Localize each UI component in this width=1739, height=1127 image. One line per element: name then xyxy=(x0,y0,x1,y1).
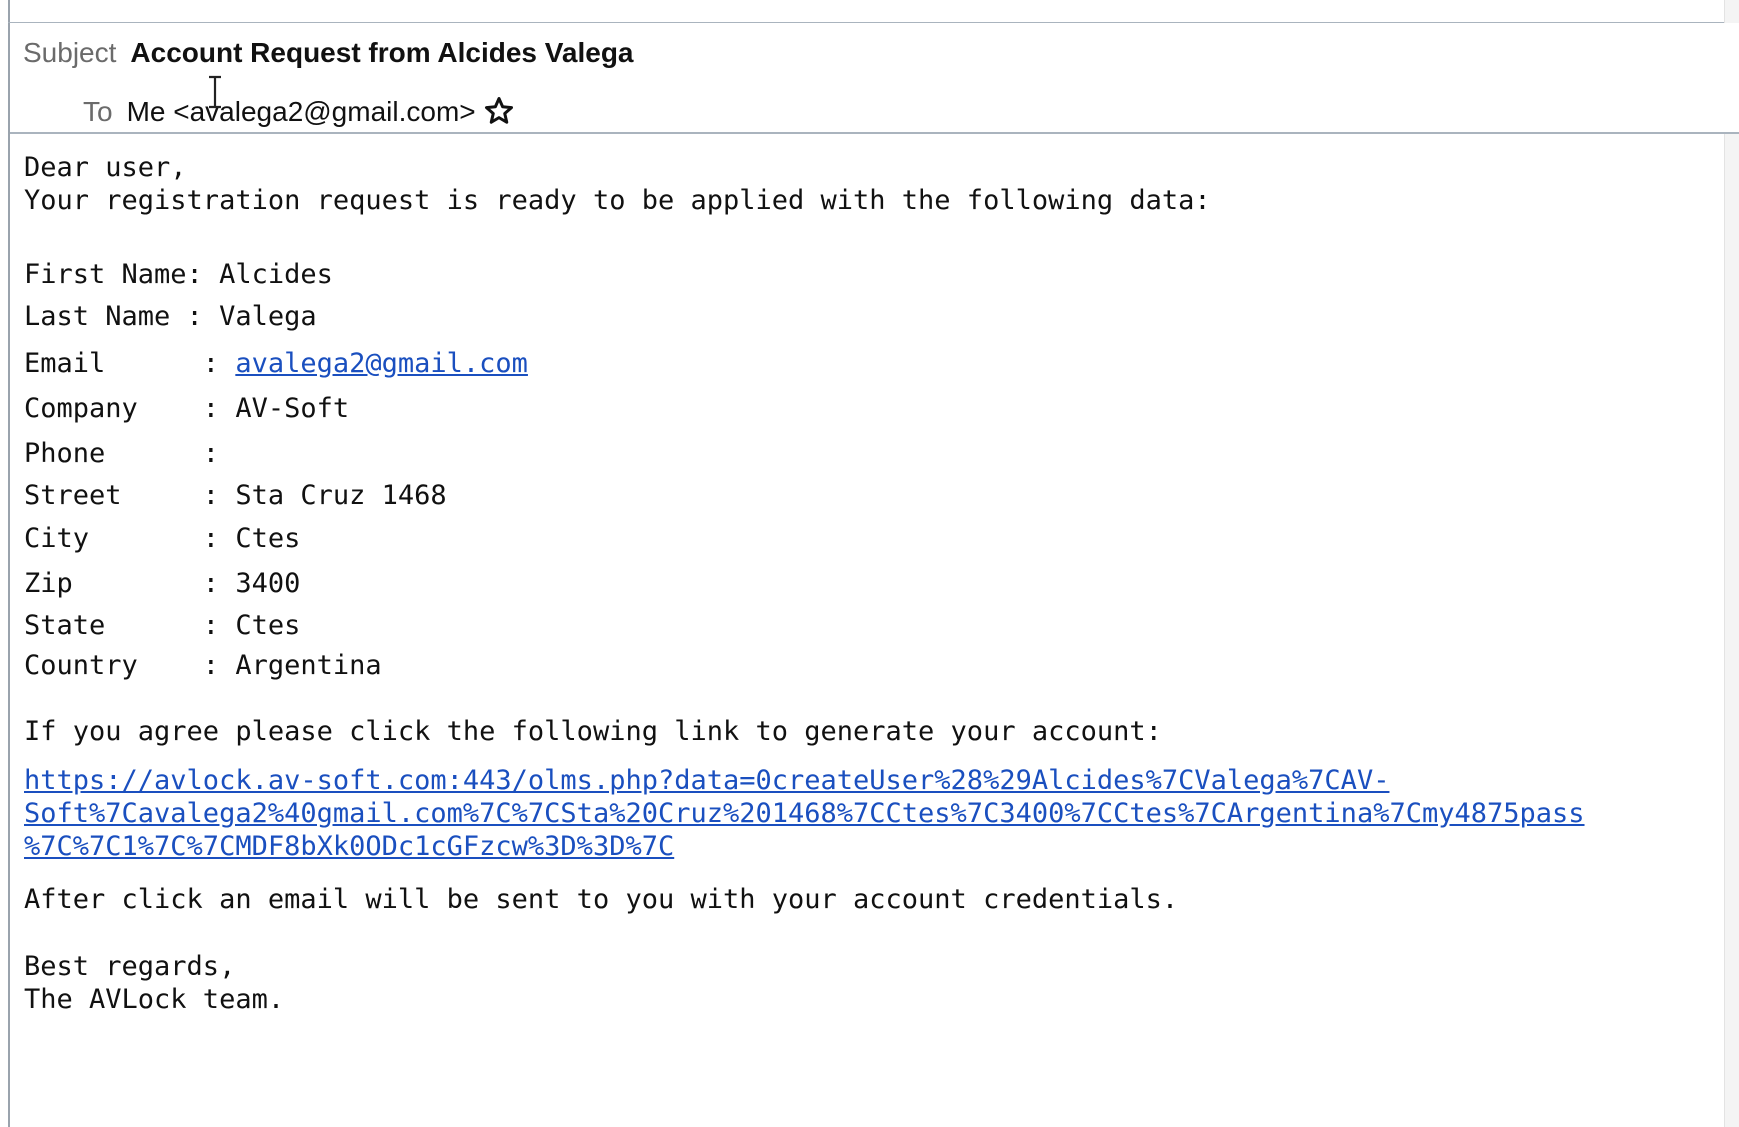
subject-text[interactable]: Account Request from Alcides Valega xyxy=(130,37,633,69)
field-label: State : xyxy=(24,610,236,641)
field-value: Sta Cruz 1468 xyxy=(235,480,447,511)
agree-text: If you agree please click the following … xyxy=(24,716,1162,747)
field-company: Company : AV-Soft xyxy=(24,391,349,427)
vertical-scrollbar[interactable] xyxy=(1725,0,1739,1127)
field-zip: Zip : 3400 xyxy=(24,566,300,602)
star-outline-icon[interactable] xyxy=(484,96,514,126)
field-email: Email : avalega2@gmail.com xyxy=(24,346,528,382)
text-cursor-icon xyxy=(206,75,224,109)
after-click-text: After click an email will be sent to you… xyxy=(24,884,1179,915)
activation-link-line-3[interactable]: %7C%7C1%7C%7CMDF8bXk0ODc1cGFzcw%3D%3D%7C xyxy=(24,829,674,865)
field-state: State : Ctes xyxy=(24,608,300,644)
field-value: 3400 xyxy=(235,568,301,599)
field-value: Ctes xyxy=(235,523,301,554)
window-left-border xyxy=(8,0,10,1127)
field-label: City : xyxy=(24,523,236,554)
email-link[interactable]: avalega2@gmail.com xyxy=(235,348,528,379)
field-last-name: Last Name : Valega xyxy=(24,299,317,335)
field-label: Zip : xyxy=(24,568,236,599)
field-label: Last Name : xyxy=(24,301,220,332)
to-label: To xyxy=(83,96,113,127)
field-label: Street : xyxy=(24,480,236,511)
activation-link-line-1[interactable]: https://avlock.av-soft.com:443/olms.php?… xyxy=(24,763,1389,799)
field-value: Ctes xyxy=(235,610,301,641)
field-city: City : Ctes xyxy=(24,521,300,557)
field-label: First Name: xyxy=(24,259,220,290)
field-street: Street : Sta Cruz 1468 xyxy=(24,478,447,514)
subject-row: Subject Account Request from Alcides Val… xyxy=(23,37,634,77)
field-label: Country : xyxy=(24,650,236,681)
intro-text: Your registration request is ready to be… xyxy=(24,185,1211,216)
field-value: Valega xyxy=(219,301,317,332)
field-first-name: First Name: Alcides xyxy=(24,257,333,293)
header-divider xyxy=(10,132,1739,134)
signature-text: The AVLock team. xyxy=(24,984,285,1015)
message-header: Subject Account Request from Alcides Val… xyxy=(10,23,1739,132)
field-label: Email : xyxy=(24,348,236,379)
to-row: To Me <avalega2@gmail.com> xyxy=(83,91,514,131)
field-value: Argentina xyxy=(235,650,382,681)
regards-text: Best regards, xyxy=(24,951,236,982)
subject-label: Subject xyxy=(23,37,117,68)
greeting: Dear user, xyxy=(24,152,187,183)
field-phone: Phone : xyxy=(24,436,219,472)
field-label: Company : xyxy=(24,393,236,424)
field-value: Alcides xyxy=(219,259,333,290)
activation-link-line-2[interactable]: Soft%7Cavalega2%40gmail.com%7C%7CSta%20C… xyxy=(24,796,1585,832)
recipient-address[interactable]: Me <avalega2@gmail.com> xyxy=(127,96,476,128)
field-country: Country : Argentina xyxy=(24,648,382,684)
field-label: Phone : xyxy=(24,438,220,469)
field-value: AV-Soft xyxy=(235,393,350,424)
